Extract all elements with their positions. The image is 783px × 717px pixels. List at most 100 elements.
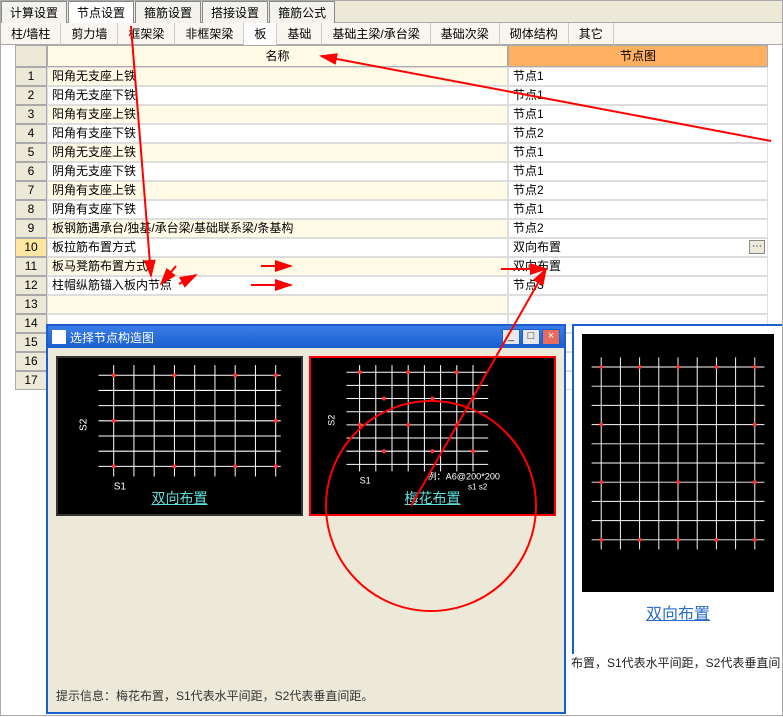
right-preview-caption[interactable]: 双向布置 <box>574 600 782 624</box>
cat-tab-nonframebeam[interactable]: 非框架梁 <box>175 23 244 45</box>
cat-tab-foundation[interactable]: 基础 <box>277 23 322 45</box>
row-index: 8 <box>15 200 47 219</box>
row-value[interactable]: 节点1 <box>508 67 768 86</box>
row-name: 板马凳筋布置方式 <box>47 257 508 276</box>
row-index: 7 <box>15 181 47 200</box>
top-tab-lap[interactable]: 搭接设置 <box>202 1 268 23</box>
right-preview-panel: 双向布置 <box>572 324 782 654</box>
dialog-app-icon <box>52 330 66 344</box>
row-index: 1 <box>15 67 47 86</box>
choice2-example: 例：A6@200*200 <box>427 471 500 482</box>
select-node-dialog: 选择节点构造图 _ □ × <box>46 324 566 714</box>
table-row[interactable]: 5阴角无支座上铁节点1 <box>15 143 768 162</box>
table-row[interactable]: 8阴角有支座下铁节点1 <box>15 200 768 219</box>
category-tab-bar: 柱/墙柱 剪力墙 框架梁 非框架梁 板 基础 基础主梁/承台梁 基础次梁 砌体结… <box>1 23 782 45</box>
choice1-caption[interactable]: 双向布置 <box>58 488 301 508</box>
cat-tab-slab[interactable]: 板 <box>244 23 277 45</box>
dialog-choice-bidirectional[interactable]: S1 S2 双向布置 <box>56 356 303 516</box>
table-row[interactable]: 10板拉筋布置方式双向布置⋯ <box>15 238 768 257</box>
grid-header-value: 节点图 <box>508 45 768 67</box>
choice2-caption[interactable]: 梅花布置 <box>311 488 554 508</box>
top-tab-node[interactable]: 节点设置 <box>68 1 134 23</box>
dialog-body: S1 S2 双向布置 <box>48 348 564 712</box>
row-value[interactable]: 节点1 <box>508 105 768 124</box>
cat-tab-framebeam[interactable]: 框架梁 <box>118 23 175 45</box>
table-row[interactable]: 9板钢筋遇承台/独基/承台梁/基础联系梁/条基构节点2 <box>15 219 768 238</box>
top-tab-formula[interactable]: 箍筋公式 <box>269 1 335 23</box>
dialog-choice-plum[interactable]: S1 S2 例：A6@200*200 s1 s2 梅花布置 <box>309 356 556 516</box>
top-tab-stirrup[interactable]: 箍筋设置 <box>135 1 201 23</box>
row-value[interactable]: 双向布置⋯ <box>508 238 768 257</box>
row-index: 16 <box>15 352 47 371</box>
row-value[interactable]: 节点1 <box>508 200 768 219</box>
cat-tab-column[interactable]: 柱/墙柱 <box>1 23 61 45</box>
dialog-footer-hint: 提示信息：梅花布置，S1代表水平间距，S2代表垂直间距。 <box>56 679 556 704</box>
cat-tab-fbeam[interactable]: 基础主梁/承台梁 <box>322 23 430 45</box>
table-row[interactable]: 13 <box>15 295 768 314</box>
row-index: 15 <box>15 333 47 352</box>
dialog-titlebar[interactable]: 选择节点构造图 _ □ × <box>48 326 564 348</box>
table-row[interactable]: 2阳角无支座下铁节点1 <box>15 86 768 105</box>
row-name: 阴角有支座上铁 <box>47 181 508 200</box>
cat-tab-shearwall[interactable]: 剪力墙 <box>61 23 118 45</box>
row-value[interactable]: 节点2 <box>508 181 768 200</box>
table-row[interactable]: 6阴角无支座下铁节点1 <box>15 162 768 181</box>
dialog-close-button[interactable]: × <box>542 329 560 345</box>
row-name: 柱帽纵筋锚入板内节点 <box>47 276 508 295</box>
row-index: 11 <box>15 257 47 276</box>
right-preview-bottom-hint: 布置，S1代表水平间距，S2代表垂直间 <box>571 654 780 671</box>
row-name: 阳角有支座下铁 <box>47 124 508 143</box>
row-value[interactable]: 节点2 <box>508 124 768 143</box>
row-index: 3 <box>15 105 47 124</box>
top-tab-bar: 计算设置 节点设置 箍筋设置 搭接设置 箍筋公式 <box>1 1 782 23</box>
cat-tab-fsecbeam[interactable]: 基础次梁 <box>431 23 500 45</box>
dialog-minimize-button[interactable]: _ <box>502 329 520 345</box>
row-name: 阴角无支座上铁 <box>47 143 508 162</box>
row-value[interactable]: 节点2 <box>508 219 768 238</box>
cat-tab-masonry[interactable]: 砌体结构 <box>500 23 569 45</box>
choice1-s2-label: S2 <box>78 418 89 431</box>
row-index: 17 <box>15 371 47 390</box>
row-index: 13 <box>15 295 47 314</box>
cat-tab-other[interactable]: 其它 <box>569 23 614 45</box>
row-ellipsis-button[interactable]: ⋯ <box>749 240 765 254</box>
table-row[interactable]: 12柱帽纵筋锚入板内节点节点3 <box>15 276 768 295</box>
grid-header-index <box>15 45 47 67</box>
row-value[interactable]: 节点1 <box>508 143 768 162</box>
row-name: 阳角无支座下铁 <box>47 86 508 105</box>
row-index: 6 <box>15 162 47 181</box>
table-row[interactable]: 3阳角有支座上铁节点1 <box>15 105 768 124</box>
table-row[interactable]: 1阳角无支座上铁节点1 <box>15 67 768 86</box>
dialog-maximize-button[interactable]: □ <box>522 329 540 345</box>
row-value[interactable]: 节点1 <box>508 86 768 105</box>
choice2-s2-label: S2 <box>326 415 336 426</box>
row-name: 板钢筋遇承台/独基/承台梁/基础联系梁/条基构 <box>47 219 508 238</box>
row-value[interactable]: 节点3 <box>508 276 768 295</box>
dialog-choice-panes: S1 S2 双向布置 <box>56 356 556 516</box>
row-value[interactable] <box>508 295 768 314</box>
choice2-s1-label: S1 <box>360 476 371 486</box>
row-index: 2 <box>15 86 47 105</box>
row-name: 阳角有支座上铁 <box>47 105 508 124</box>
row-index: 14 <box>15 314 47 333</box>
table-row[interactable]: 11板马凳筋布置方式双向布置 <box>15 257 768 276</box>
row-name: 阴角无支座下铁 <box>47 162 508 181</box>
row-index: 10 <box>15 238 47 257</box>
right-preview-canvas <box>582 334 774 592</box>
dialog-title: 选择节点构造图 <box>70 329 154 346</box>
row-name: 板拉筋布置方式 <box>47 238 508 257</box>
table-row[interactable]: 4阳角有支座下铁节点2 <box>15 124 768 143</box>
row-index: 12 <box>15 276 47 295</box>
table-row[interactable]: 7阴角有支座上铁节点2 <box>15 181 768 200</box>
grid-header-name: 名称 <box>47 45 508 67</box>
preview-grid-svg <box>582 334 774 592</box>
row-name <box>47 295 508 314</box>
top-tab-calc[interactable]: 计算设置 <box>1 1 67 23</box>
row-index: 9 <box>15 219 47 238</box>
row-value[interactable]: 节点1 <box>508 162 768 181</box>
row-index: 4 <box>15 124 47 143</box>
row-name: 阴角有支座下铁 <box>47 200 508 219</box>
grid-header: 名称 节点图 <box>15 45 768 67</box>
row-index: 5 <box>15 143 47 162</box>
row-value[interactable]: 双向布置 <box>508 257 768 276</box>
